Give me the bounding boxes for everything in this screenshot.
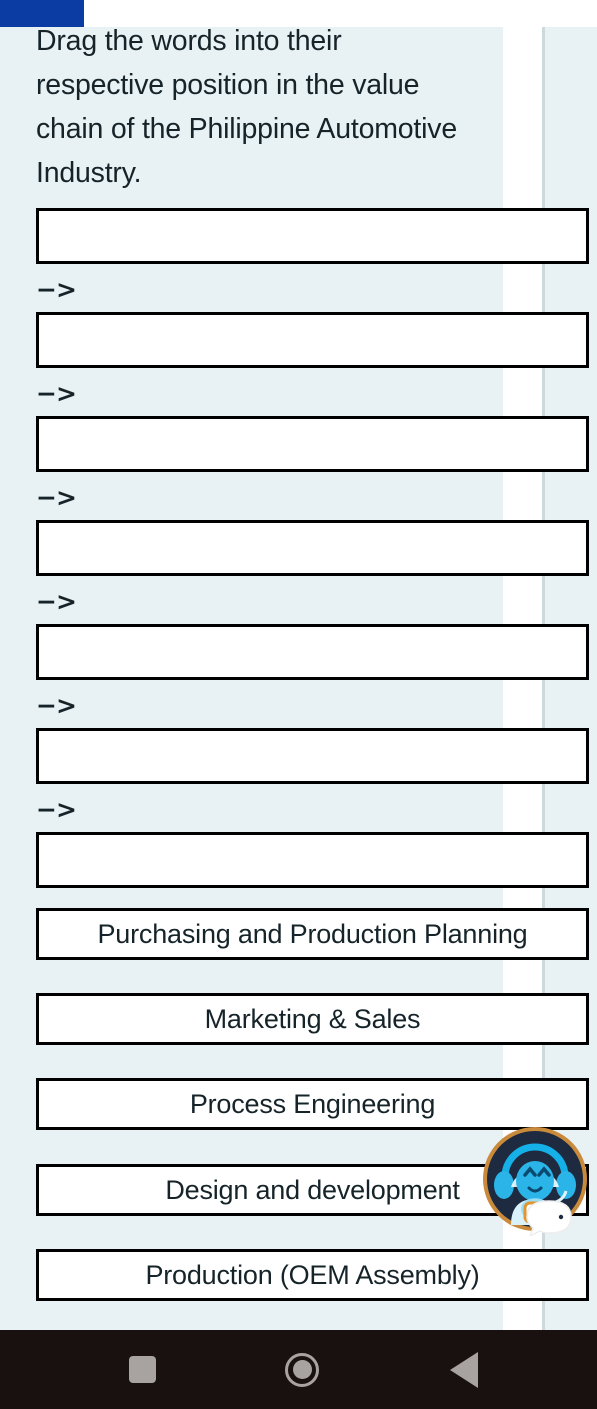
browser-tab-indicator	[0, 0, 84, 27]
drop-slot-4[interactable]	[36, 520, 589, 576]
arrow-1: −>	[36, 275, 77, 304]
status-strip	[0, 0, 597, 27]
chatbot-avatar-button[interactable]	[481, 1125, 592, 1238]
word-chip-label: Marketing & Sales	[204, 1003, 421, 1034]
exercise-prompt: Drag the words into their respective pos…	[36, 27, 457, 189]
drop-slot-5[interactable]	[36, 624, 589, 680]
arrow-3: −>	[36, 483, 77, 512]
drop-slot-3[interactable]	[36, 416, 589, 472]
arrow-5: −>	[36, 691, 77, 720]
arrow-4: −>	[36, 587, 77, 616]
robot-headset-icon	[483, 1127, 587, 1238]
word-chip-purchasing-and-production-planning[interactable]: Purchasing and Production Planning	[36, 908, 589, 960]
arrow-6: −>	[36, 795, 77, 824]
drop-slot-1[interactable]	[36, 208, 589, 264]
screen: Drag the words into their respective pos…	[0, 0, 597, 1409]
word-chip-marketing-and-sales[interactable]: Marketing & Sales	[36, 993, 589, 1045]
word-chip-label: Design and development	[165, 1174, 460, 1205]
drop-slot-2[interactable]	[36, 312, 589, 368]
word-chip-process-engineering[interactable]: Process Engineering	[36, 1078, 589, 1130]
nav-back-button[interactable]	[384, 1330, 544, 1409]
arrow-2: −>	[36, 379, 77, 408]
word-chip-label: Production (OEM Assembly)	[145, 1259, 480, 1290]
triangle-left-icon	[450, 1351, 478, 1388]
word-chip-label: Purchasing and Production Planning	[97, 918, 528, 949]
android-nav-bar	[0, 1330, 597, 1409]
drop-slot-7[interactable]	[36, 832, 589, 888]
nav-recents-button[interactable]	[62, 1330, 222, 1409]
word-chip-label: Process Engineering	[189, 1088, 436, 1119]
drop-slot-6[interactable]	[36, 728, 589, 784]
circle-icon	[285, 1352, 319, 1387]
nav-home-button[interactable]	[222, 1330, 382, 1409]
word-chip-production-oem-assembly[interactable]: Production (OEM Assembly)	[36, 1249, 589, 1301]
square-icon	[128, 1356, 156, 1383]
